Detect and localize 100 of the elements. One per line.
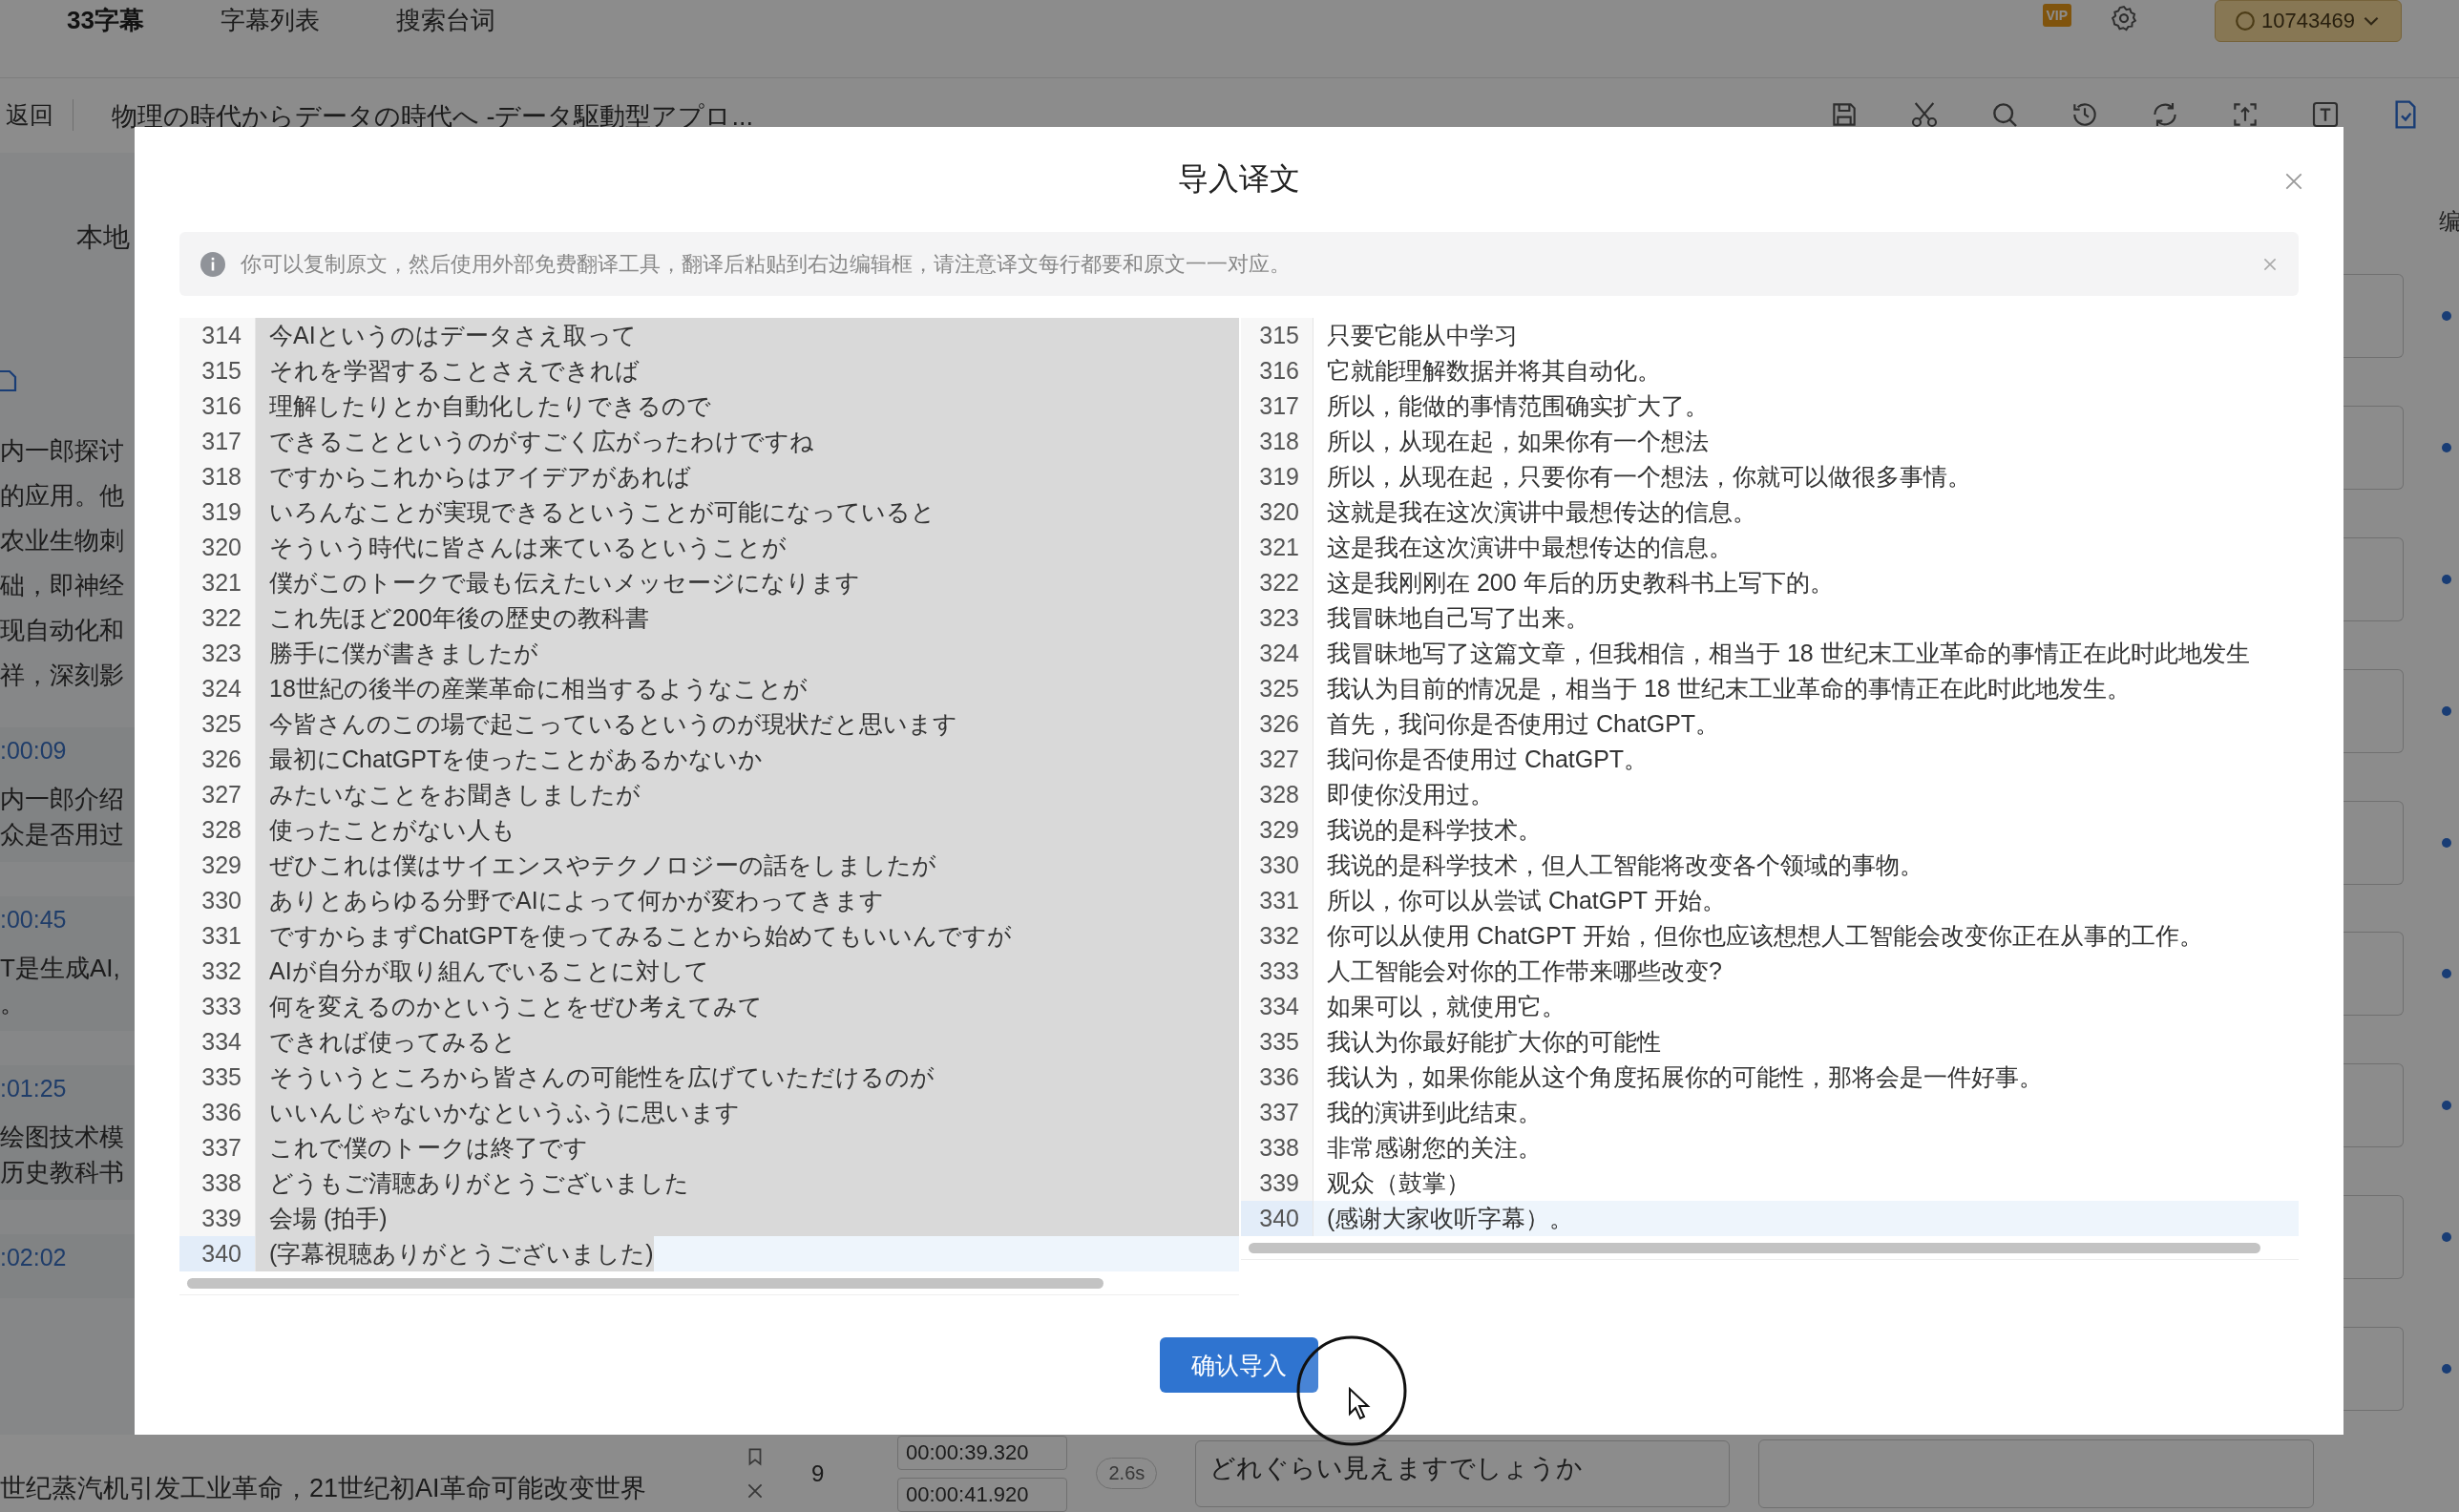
line-text: これ先ほど200年後の歴史の教科書 bbox=[256, 600, 1239, 636]
local-tab[interactable]: 本地 bbox=[76, 220, 130, 256]
line-number: 326 bbox=[179, 742, 256, 777]
editor-line[interactable]: 317 できることというのがすごく広がったわけですね bbox=[179, 424, 1239, 459]
editor-line[interactable]: 333 何を変えるのかということをぜひ考えてみて bbox=[179, 989, 1239, 1024]
editor-line[interactable]: 324 18世紀の後半の産業革命に相当するようなことが bbox=[179, 671, 1239, 706]
line-text: 这是我在这次演讲中最想传达的信息。 bbox=[1326, 533, 1733, 562]
editor-line[interactable]: 337 我的演讲到此结束。 bbox=[1241, 1095, 2299, 1130]
brand-name[interactable]: 33字幕 bbox=[67, 4, 144, 37]
end-time-field[interactable]: 00:00:41.920 bbox=[897, 1477, 1068, 1512]
line-text: 你可以从使用 ChatGPT 开始，但你也应该想想人工智能会改变你正在从事的工作。 bbox=[1326, 921, 2203, 951]
line-text: 观众（鼓掌） bbox=[1326, 1168, 1470, 1198]
start-time-field[interactable]: 00:00:39.320 bbox=[897, 1435, 1068, 1470]
editor-line[interactable]: 329 我说的是科学技术。 bbox=[1241, 812, 2299, 848]
editor-line[interactable]: 321 僕がこのトークで最も伝えたいメッセージになります bbox=[179, 565, 1239, 600]
editor-line[interactable]: 321 这是我在这次演讲中最想传达的信息。 bbox=[1241, 530, 2299, 565]
editor-line[interactable]: 334 如果可以，就使用它。 bbox=[1241, 989, 2299, 1024]
editor-line[interactable]: 315 只要它能从中学习 bbox=[1241, 318, 2299, 353]
editor-line[interactable]: 315 それを学習することさえできれば bbox=[179, 353, 1239, 388]
scissors-icon[interactable] bbox=[1909, 99, 1940, 130]
line-number: 314 bbox=[179, 318, 256, 353]
editor-line[interactable]: 331 ですからまずChatGPTを使ってみることから始めてもいいんですが bbox=[179, 918, 1239, 954]
editor-line[interactable]: 335 我认为你最好能扩大你的可能性 bbox=[1241, 1024, 2299, 1060]
editor-line[interactable]: 330 我说的是科学技术，但人工智能将改变各个领域的事物。 bbox=[1241, 848, 2299, 883]
status-icon bbox=[2442, 1101, 2451, 1111]
summary-text: 祥，深刻影 bbox=[0, 660, 124, 691]
settings-icon[interactable] bbox=[2110, 4, 2139, 32]
editor-line[interactable]: 338 どうもご清聴ありがとうございました bbox=[179, 1166, 1239, 1201]
line-text: 我认为目前的情况是，相当于 18 世纪末工业革命的事情正在此时此地发生。 bbox=[1326, 674, 2131, 704]
confirm-import-button[interactable]: 确认导入 bbox=[1160, 1337, 1318, 1393]
editor-line[interactable]: 326 最初にChatGPTを使ったことがあるかないか bbox=[179, 742, 1239, 777]
summary-text: 农业生物刺 bbox=[0, 525, 124, 556]
editor-line[interactable]: 328 使ったことがない人も bbox=[179, 812, 1239, 848]
editor-line[interactable]: 325 今皆さんのこの場で起こっているというのが現状だと思います bbox=[179, 706, 1239, 742]
editor-line[interactable]: 339 会場 (拍手) bbox=[179, 1201, 1239, 1236]
editor-line[interactable]: 323 勝手に僕が書きましたが bbox=[179, 636, 1239, 671]
editor-line[interactable]: 327 我问你是否使用过 ChatGPT。 bbox=[1241, 742, 2299, 777]
line-number: 336 bbox=[1241, 1060, 1314, 1095]
editor-line[interactable]: 335 そういうところから皆さんの可能性を広げていただけるのが bbox=[179, 1060, 1239, 1095]
document-icon[interactable] bbox=[0, 368, 19, 393]
editor-line[interactable]: 314 今AIというのはデータさえ取って bbox=[179, 318, 1239, 353]
editor-line[interactable]: 317 所以，能做的事情范围确实扩大了。 bbox=[1241, 388, 2299, 424]
text-icon[interactable] bbox=[2310, 99, 2341, 130]
translation-field[interactable] bbox=[1758, 1438, 2315, 1508]
line-number: 334 bbox=[179, 1024, 256, 1060]
editor-line[interactable]: 339 观众（鼓掌） bbox=[1241, 1166, 2299, 1201]
line-number: 329 bbox=[1241, 812, 1314, 848]
editor-line[interactable]: 325 我认为目前的情况是，相当于 18 世纪末工业革命的事情正在此时此地发生。 bbox=[1241, 671, 2299, 706]
editor-line[interactable]: 318 ですからこれからはアイデアがあれば bbox=[179, 459, 1239, 494]
status-icon bbox=[2442, 442, 2451, 452]
editor-line[interactable]: 331 所以，你可以从尝试 ChatGPT 开始。 bbox=[1241, 883, 2299, 918]
editor-line[interactable]: 336 我认为，如果你能从这个角度拓展你的可能性，那将会是一件好事。 bbox=[1241, 1060, 2299, 1095]
editor-line[interactable]: 332 AIが自分が取り組んでいることに対して bbox=[179, 954, 1239, 989]
status-icon bbox=[2442, 705, 2451, 716]
close-icon[interactable] bbox=[2262, 256, 2278, 272]
editor-line[interactable]: 322 これ先ほど200年後の歴史の教科書 bbox=[179, 600, 1239, 636]
status-icon bbox=[2442, 1232, 2451, 1243]
line-text: 首先，我问你是否使用过 ChatGPT。 bbox=[1326, 709, 1720, 739]
editor-line[interactable]: 318 所以，从现在起，如果你有一个想法 bbox=[1241, 424, 2299, 459]
editor-line[interactable]: 330 ありとあらゆる分野でAIによって何かが変わってきます bbox=[179, 883, 1239, 918]
editor-line[interactable]: 324 我冒昧地写了这篇文章，但我相信，相当于 18 世纪末工业革命的事情正在此时此地发生 bbox=[1241, 636, 2299, 671]
close-icon[interactable] bbox=[2283, 171, 2304, 192]
editor-line[interactable]: 332 你可以从使用 ChatGPT 开始，但你也应该想想人工智能会改变你正在从事的工作。 bbox=[1241, 918, 2299, 954]
nav-link[interactable]: 字幕列表 bbox=[220, 4, 320, 37]
editor-line[interactable]: 316 理解したりとか自動化したりできるので bbox=[179, 388, 1239, 424]
editor-line[interactable]: 319 所以，从现在起，只要你有一个想法，你就可以做很多事情。 bbox=[1241, 459, 2299, 494]
editor-line[interactable]: 329 ぜひこれは僕はサイエンスやテクノロジーの話をしましたが bbox=[179, 848, 1239, 883]
line-text: 这就是我在这次演讲中最想传达的信息。 bbox=[1326, 497, 1756, 527]
editor-line[interactable]: 337 これで僕のトークは終了です bbox=[179, 1130, 1239, 1166]
editor-line[interactable]: 338 非常感谢您的关注。 bbox=[1241, 1130, 2299, 1166]
line-number: 340 bbox=[1241, 1201, 1314, 1236]
editor-line[interactable]: 316 它就能理解数据并将其自动化。 bbox=[1241, 353, 2299, 388]
line-text: 人工智能会对你的工作带来哪些改变? bbox=[1326, 956, 1722, 986]
back-link[interactable]: 返回 bbox=[6, 99, 74, 131]
editor-line[interactable]: 326 首先，我问你是否使用过 ChatGPT。 bbox=[1241, 706, 2299, 742]
editor-line[interactable]: 319 いろんなことが実現できるということが可能になっていると bbox=[179, 494, 1239, 530]
line-text: 僕がこのトークで最も伝えたいメッセージになります bbox=[256, 565, 1239, 600]
line-number: 332 bbox=[179, 954, 256, 989]
line-number: 323 bbox=[1241, 600, 1314, 636]
editor-line[interactable]: 334 できれば使ってみると bbox=[179, 1024, 1239, 1060]
line-number: 329 bbox=[179, 848, 256, 883]
editor-line[interactable]: 336 いいんじゃないかなというふうに思います bbox=[179, 1095, 1239, 1130]
line-number: 337 bbox=[1241, 1095, 1314, 1130]
editor-line[interactable]: 322 这是我刚刚在 200 年后的历史教科书上写下的。 bbox=[1241, 565, 2299, 600]
line-number: 338 bbox=[179, 1166, 256, 1201]
editor-line[interactable]: 327 みたいなことをお聞きしましたが bbox=[179, 777, 1239, 812]
nav-link[interactable]: 搜索台词 bbox=[395, 4, 495, 37]
scrollbar-thumb[interactable] bbox=[1249, 1242, 2260, 1253]
editor-line[interactable]: 320 这就是我在这次演讲中最想传达的信息。 bbox=[1241, 494, 2299, 530]
line-number: 319 bbox=[179, 494, 256, 530]
editor-line[interactable]: 323 我冒昧地自己写了出来。 bbox=[1241, 600, 2299, 636]
status-icon bbox=[2442, 574, 2451, 584]
editor-line[interactable]: 328 即使你没用过。 bbox=[1241, 777, 2299, 812]
line-number: 316 bbox=[179, 388, 256, 424]
subtitle-field[interactable]: どれぐらい見えますでしょうか bbox=[1195, 1439, 1731, 1507]
dialog-title: 导入译文 bbox=[1178, 160, 1300, 198]
editor-line[interactable]: 333 人工智能会对你的工作带来哪些改变? bbox=[1241, 954, 2299, 989]
account-button[interactable]: 10743469 bbox=[2215, 0, 2402, 42]
editor-line[interactable]: 320 そういう時代に皆さんは来ているということが bbox=[179, 530, 1239, 565]
scrollbar-thumb[interactable] bbox=[187, 1277, 1103, 1289]
